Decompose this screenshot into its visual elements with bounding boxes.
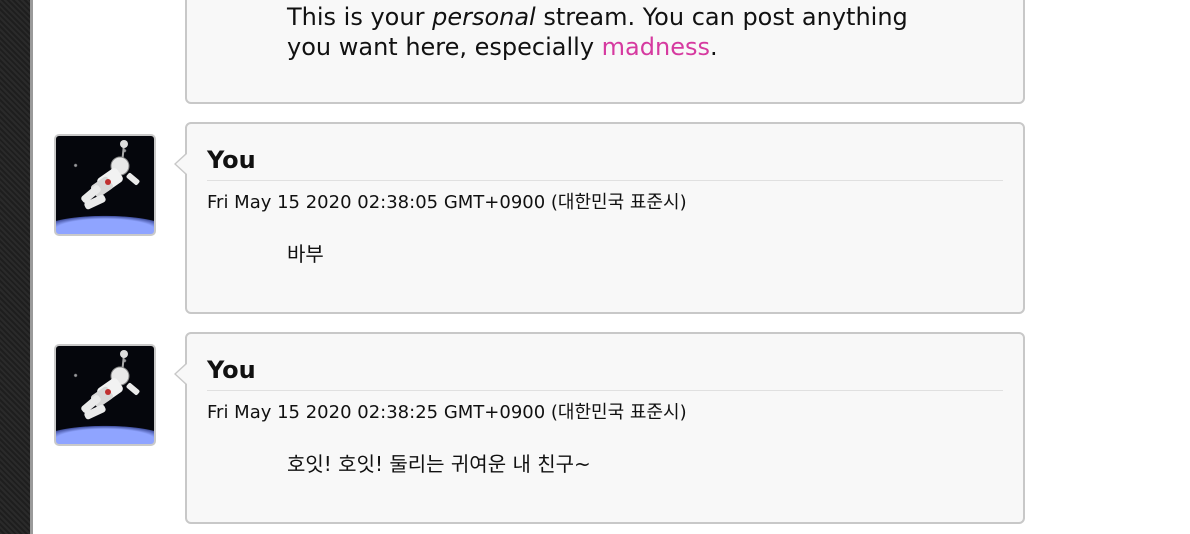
astronaut-icon: [81, 140, 140, 210]
intro-bubble: This is your personal stream. You can po…: [185, 0, 1025, 104]
post-author[interactable]: You: [207, 356, 256, 384]
post-divider: [207, 180, 1003, 181]
avatar[interactable]: [54, 344, 156, 446]
bubble-pointer: [174, 152, 187, 176]
post-message: 호잇! 호잇! 둘리는 귀여운 내 친구~: [287, 452, 591, 476]
intro-text-before: This is your: [287, 3, 433, 31]
madness-link[interactable]: madness: [602, 33, 710, 61]
post-divider: [207, 390, 1003, 391]
avatar[interactable]: [54, 134, 156, 236]
post-timestamp: Fri May 15 2020 02:38:05 GMT+0900 (대한민국 …: [207, 192, 687, 213]
intro-emphasis: personal: [432, 3, 536, 31]
bubble-pointer: [174, 362, 187, 386]
astronaut-icon: [81, 350, 140, 420]
intro-text-after: .: [709, 33, 718, 61]
post-author[interactable]: You: [207, 146, 256, 174]
post-bubble: You Fri May 15 2020 02:38:05 GMT+0900 (대…: [174, 122, 1025, 314]
post-message: 바부: [287, 242, 324, 266]
intro-text: This is your personal stream. You can po…: [287, 2, 927, 62]
side-divider: [30, 0, 33, 534]
post-timestamp: Fri May 15 2020 02:38:25 GMT+0900 (대한민국 …: [207, 402, 687, 423]
side-pattern-strip: [0, 0, 30, 534]
post-bubble: You Fri May 15 2020 02:38:25 GMT+0900 (대…: [174, 332, 1025, 524]
